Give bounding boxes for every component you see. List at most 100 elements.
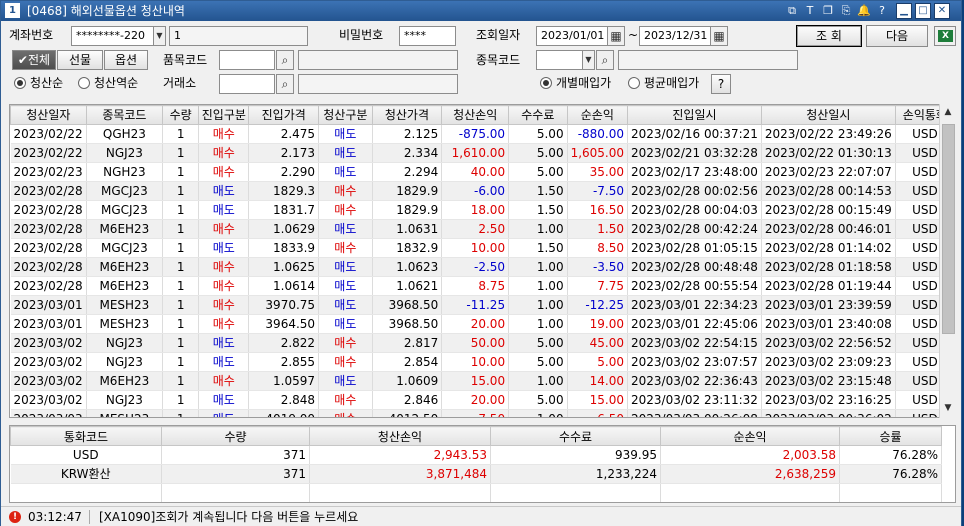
table-cell: 1,605.00 xyxy=(567,143,629,163)
item-input[interactable] xyxy=(536,50,584,70)
table-row[interactable]: 2023/03/02 M6EH23 1 매수 1.0597 매도 1.0609 15.00 1.… xyxy=(10,371,955,391)
table-cell: 18.00 xyxy=(441,200,510,220)
table-cell: 2023/02/28 xyxy=(10,257,87,277)
table-cell: 5.00 xyxy=(508,390,568,410)
table-cell: 매수 xyxy=(318,238,373,258)
vertical-scrollbar[interactable]: ▲ ▼ xyxy=(939,104,956,418)
minimize-icon[interactable]: ▁ xyxy=(896,3,912,19)
column-header[interactable]: 진입가격 xyxy=(248,105,320,125)
table-row[interactable]: 2023/03/02 NGJ23 1 매도 2.855 매수 2.854 10.00 5.00 5… xyxy=(10,352,955,372)
sort-desc-radio[interactable]: 청산역순 xyxy=(78,73,138,93)
table-row[interactable]: 2023/02/28 M6EH23 1 매수 1.0625 매도 1.0623 -2.50 1.… xyxy=(10,257,955,277)
table-cell: 2023/03/02 xyxy=(10,333,87,353)
date-to-input[interactable]: 2023/12/31 xyxy=(639,26,711,46)
search-icon[interactable]: ⌕ xyxy=(596,50,614,70)
column-header[interactable]: 청산일시 xyxy=(760,105,896,125)
table-cell: 2023/02/23 xyxy=(10,162,87,182)
column-header[interactable]: 종목코드 xyxy=(85,105,164,125)
table-cell: 1.50 xyxy=(508,200,568,220)
table-row[interactable]: 2023/03/03MESH231매도4019.00매수4012.507.501… xyxy=(10,409,955,417)
table-row[interactable]: 2023/02/22 NGJ23 1 매수 2.173 매도 2.334 1,610.00 5.… xyxy=(10,143,955,163)
summary-cell: 76.28% xyxy=(839,445,942,465)
liquidation-table[interactable]: 청산일자 종목코드 수량 진입구분 진입가격 청산구분 청산가격 청산손익 수수료 순손익 진입일시… xyxy=(9,104,956,418)
sort-asc-radio[interactable]: 청산순 xyxy=(14,73,63,93)
table-cell: 매도 xyxy=(198,181,250,201)
table-row[interactable]: 2023/03/01 MESH23 1 매수 3970.75 매도 3968.50 -11.2… xyxy=(10,295,955,315)
table-cell: 4019.00 xyxy=(248,409,320,417)
summary-cell xyxy=(10,483,162,502)
next-button[interactable]: 다음 xyxy=(866,25,928,47)
column-header[interactable]: 청산가격 xyxy=(371,105,443,125)
table-row[interactable]: 2023/02/23 NGH23 1 매수 2.290 매도 2.294 40.00 5.00 3… xyxy=(10,162,955,182)
scroll-thumb[interactable] xyxy=(942,124,955,334)
table-row[interactable]: 2023/03/02 NGJ23 1 매도 2.822 매수 2.817 50.00 5.00 4… xyxy=(10,333,955,353)
calendar-icon[interactable]: ▦ xyxy=(710,26,728,46)
column-header[interactable]: 청산구분 xyxy=(318,105,373,125)
column-header[interactable]: 진입일시 xyxy=(627,105,762,125)
table-cell: 2023/02/22 23:49:26 xyxy=(761,124,896,144)
table-row[interactable]: 2023/02/28 MGCJ23 1 매도 1833.9 매수 1832.9 10.00 1.… xyxy=(10,238,955,258)
table-cell: 매도 xyxy=(318,295,373,315)
help-button[interactable]: ? xyxy=(711,74,731,94)
table-cell: 2023/03/02 xyxy=(10,390,87,410)
table-row[interactable]: 2023/03/01 MESH23 1 매수 3964.50 매도 3968.50 20.00… xyxy=(10,314,955,334)
close-icon[interactable]: ✕ xyxy=(934,3,950,19)
query-button[interactable]: 조 회 xyxy=(796,25,862,47)
summary-cell: 371 xyxy=(161,464,310,484)
product-input[interactable] xyxy=(219,50,275,70)
table-cell: 2.848 xyxy=(248,390,320,410)
account-input[interactable]: ********-220 xyxy=(71,26,154,46)
summary-cell: 2,003.58 xyxy=(660,445,840,465)
table-cell: -6.00 xyxy=(441,181,510,201)
exchange-input[interactable] xyxy=(219,74,275,94)
bell-icon[interactable]: 🔔 xyxy=(856,3,872,19)
account-dropdown-icon[interactable]: ▼ xyxy=(153,26,166,46)
table-row[interactable]: 2023/02/28 MGCJ23 1 매도 1831.7 매수 1829.9 18.00 1.… xyxy=(10,200,955,220)
average-price-radio[interactable]: 평균매입가 xyxy=(628,73,699,93)
column-header[interactable]: 순손익 xyxy=(566,105,629,125)
column-header[interactable]: 청산일자 xyxy=(10,105,87,125)
column-header[interactable]: 청산손익 xyxy=(441,105,510,125)
status-message: [XA1090]조회가 계속됩니다 다음 버튼을 누르세요 xyxy=(99,510,359,524)
item-dropdown-icon[interactable]: ▼ xyxy=(582,50,595,70)
excel-export-button[interactable]: X xyxy=(934,26,956,46)
table-cell: 매도 xyxy=(318,219,373,239)
summary-column-header: 수량 xyxy=(161,426,310,446)
date-from-input[interactable]: 2023/01/01 xyxy=(536,26,608,46)
table-cell: 1829.3 xyxy=(248,181,320,201)
summary-cell: 76.28% xyxy=(839,464,942,484)
search-icon[interactable]: ⌕ xyxy=(276,74,294,94)
save-icon[interactable]: ⎘ xyxy=(838,3,854,19)
table-cell: 2023/02/23 22:07:07 xyxy=(761,162,896,182)
tab-futures[interactable]: 선물 xyxy=(57,50,103,70)
scroll-up-icon[interactable]: ▲ xyxy=(940,104,956,121)
table-row[interactable]: 2023/02/28 MGCJ23 1 매도 1829.3 매수 1829.9 -6.00 1.… xyxy=(10,181,955,201)
scroll-down-icon[interactable]: ▼ xyxy=(940,400,956,417)
copy-icon[interactable]: ❐ xyxy=(820,3,836,19)
tab-all[interactable]: ✔전체 xyxy=(12,50,56,70)
summary-column-header: 청산손익 xyxy=(309,426,491,446)
text-icon[interactable]: T xyxy=(802,3,818,19)
table-cell: 3970.75 xyxy=(248,295,320,315)
title-bar[interactable]: 1 [0468] 해외선물옵션 청산내역 ⧉ T ❐ ⎘ 🔔 ? ▁ □ ✕ xyxy=(1,1,961,21)
table-cell: 2023/02/28 00:46:01 xyxy=(761,219,896,239)
table-row[interactable]: 2023/03/02 NGJ23 1 매도 2.848 매수 2.846 20.00 5.00 1… xyxy=(10,390,955,410)
table-row[interactable]: 2023/02/28 M6EH23 1 매수 1.0629 매도 1.0631 2.50 1.0… xyxy=(10,219,955,239)
column-header[interactable]: 수량 xyxy=(162,105,200,125)
search-icon[interactable]: ⌕ xyxy=(276,50,294,70)
table-cell: 2023/02/28 xyxy=(10,181,87,201)
link-icon[interactable]: ⧉ xyxy=(784,3,800,19)
table-cell: 6.50 xyxy=(567,409,629,417)
table-row[interactable]: 2023/02/22 QGH23 1 매수 2.475 매도 2.125 -875.00 5.0… xyxy=(10,124,955,144)
calendar-icon[interactable]: ▦ xyxy=(607,26,625,46)
individual-price-radio[interactable]: 개별매입가 xyxy=(540,73,611,93)
column-header[interactable]: 진입구분 xyxy=(198,105,250,125)
column-header[interactable]: 수수료 xyxy=(508,105,568,125)
summary-cell xyxy=(161,483,310,502)
table-row[interactable]: 2023/02/28 M6EH23 1 매수 1.0614 매도 1.0621 8.75 1.0… xyxy=(10,276,955,296)
password-input[interactable]: **** xyxy=(399,26,456,46)
tab-options[interactable]: 옵션 xyxy=(104,50,148,70)
maximize-icon[interactable]: □ xyxy=(915,3,931,19)
table-cell: 2023/02/22 xyxy=(10,124,87,144)
help-title-icon[interactable]: ? xyxy=(874,3,890,19)
